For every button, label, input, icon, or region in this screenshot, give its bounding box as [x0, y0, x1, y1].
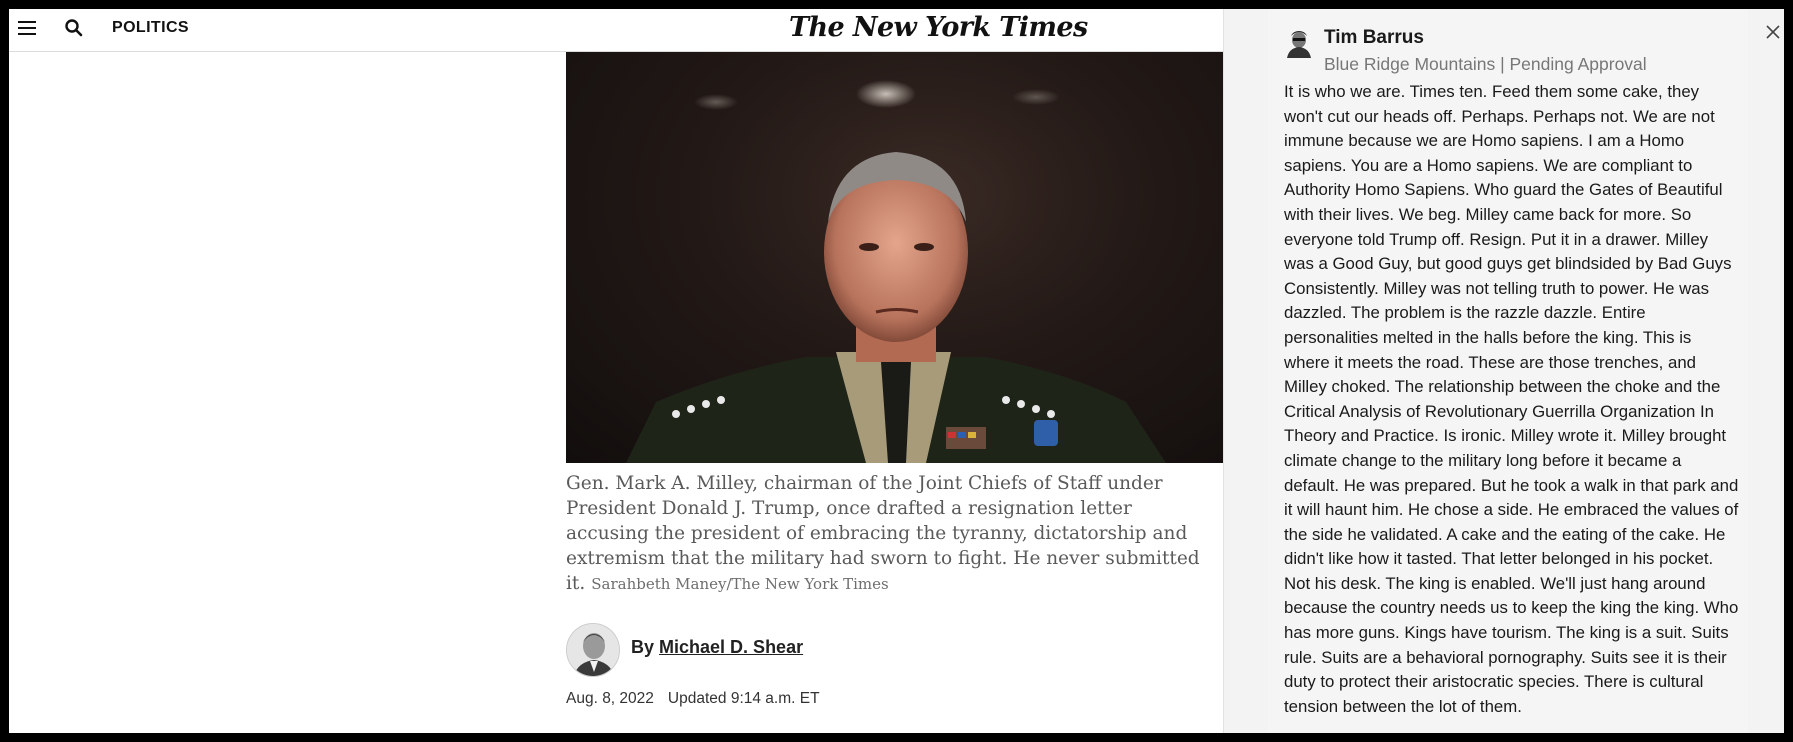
- byline: By Michael D. Shear: [631, 637, 803, 658]
- comment-body: It is who we are. Times ten. Feed them s…: [1284, 82, 1739, 716]
- updated-time: Updated 9:14 a.m. ET: [667, 690, 820, 707]
- top-bar: POLITICS The New York Times: [9, 9, 1223, 52]
- comment-card: Tim Barrus Blue Ridge Mountains | Pendin…: [1268, 9, 1748, 733]
- commenter-avatar[interactable]: [1285, 28, 1313, 58]
- dateline: Aug. 8, 2022 Updated 9:14 a.m. ET: [566, 690, 820, 708]
- menu-icon[interactable]: [18, 21, 36, 37]
- comments-panel: Tim Barrus Blue Ridge Mountains | Pendin…: [1223, 9, 1784, 733]
- browser-viewport: POLITICS The New York Times Gen. Mark A.…: [9, 9, 1784, 733]
- search-icon[interactable]: [64, 18, 84, 38]
- author-avatar[interactable]: [566, 623, 620, 677]
- byline-prefix: By: [631, 637, 655, 657]
- commenter-meta: Blue Ridge Mountains | Pending Approval: [1324, 54, 1647, 74]
- publish-date: Aug. 8, 2022: [566, 690, 654, 707]
- section-label[interactable]: POLITICS: [112, 19, 189, 37]
- photo-caption: Gen. Mark A. Milley, chairman of the Joi…: [566, 471, 1211, 597]
- photo-credit: Sarahbeth Maney/The New York Times: [591, 575, 889, 593]
- author-link[interactable]: Michael D. Shear: [659, 637, 803, 657]
- article-photo: [566, 52, 1223, 463]
- nyt-logo[interactable]: The New York Times: [789, 12, 1088, 43]
- commenter-name: Tim Barrus: [1324, 27, 1424, 48]
- close-icon[interactable]: [1764, 23, 1782, 41]
